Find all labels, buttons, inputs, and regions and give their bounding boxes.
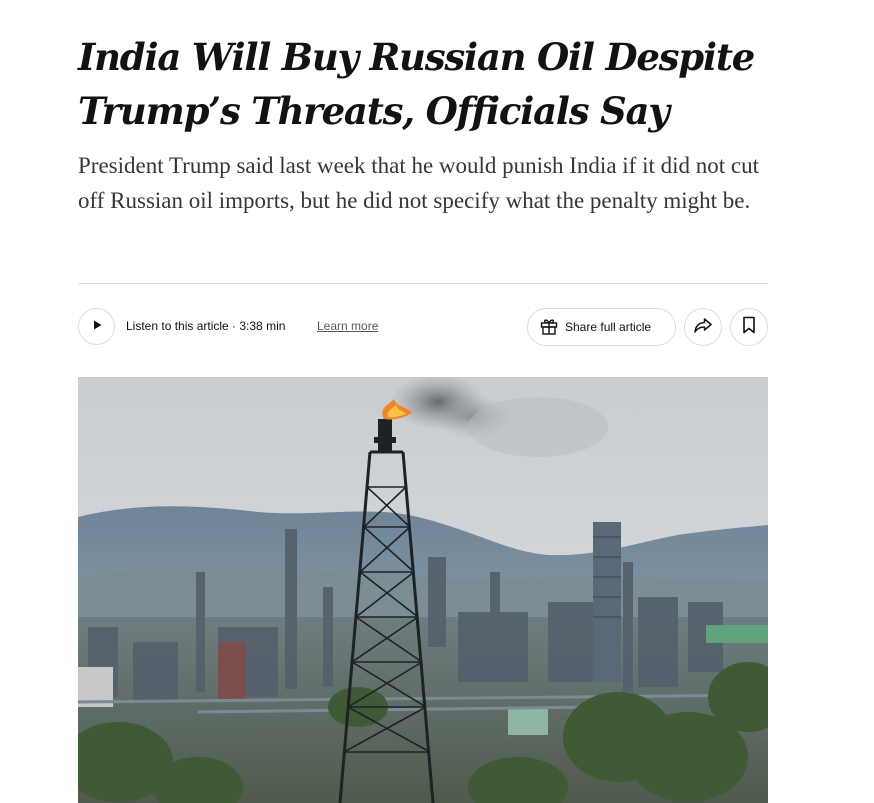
listen-label: Listen to this article · 3:38 min	[126, 319, 286, 333]
divider	[78, 283, 768, 284]
share-arrow-icon	[693, 315, 713, 340]
share-full-article-button[interactable]: Share full article	[527, 308, 676, 346]
article-summary: President Trump said last week that he w…	[78, 153, 759, 213]
save-bookmark-button[interactable]	[730, 308, 768, 346]
bookmark-icon	[741, 316, 757, 339]
article-toolbar: Listen to this article · 3:38 min Learn …	[78, 307, 768, 347]
learn-more-link[interactable]: Learn more	[317, 319, 378, 333]
share-full-article-label: Share full article	[565, 320, 652, 334]
article-headline: India Will Buy Russian Oil Despite Trump…	[78, 35, 755, 133]
article-page: India Will Buy Russian Oil Despite Trump…	[0, 0, 874, 803]
play-icon	[91, 318, 103, 336]
share-button[interactable]	[684, 308, 722, 346]
gift-icon	[539, 316, 559, 339]
play-audio-button[interactable]	[78, 308, 115, 345]
article-photo-refinery	[78, 377, 768, 803]
